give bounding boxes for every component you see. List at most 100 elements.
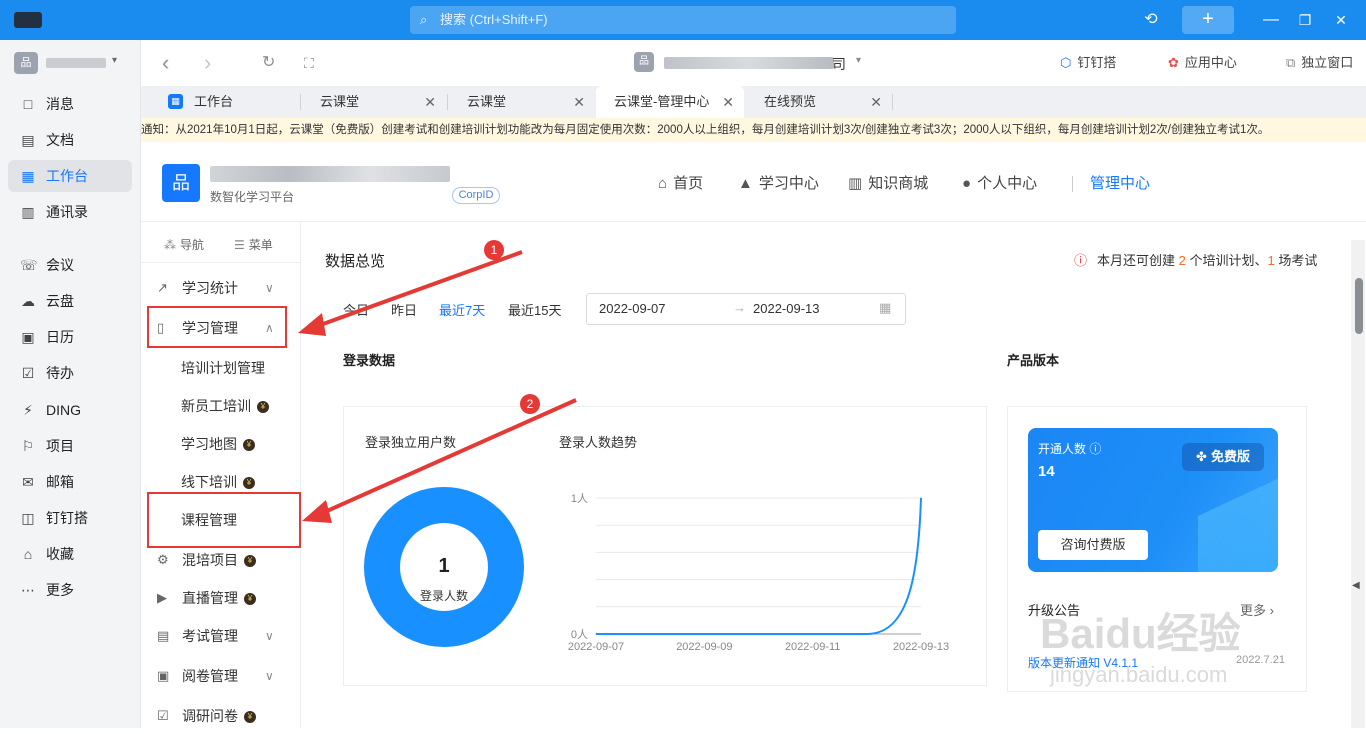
range-last-7-days[interactable]: 最近7天 xyxy=(439,300,485,319)
sidebar-item-label: 收藏 xyxy=(46,546,74,562)
chevron-icon[interactable]: ∨ xyxy=(265,618,274,654)
bookmark-icon: ⌂ xyxy=(23,546,33,562)
close-window-button[interactable]: ✕ xyxy=(1328,0,1354,40)
side-menu-grading-management[interactable]: ▣ 阅卷管理 ∨ xyxy=(141,658,300,694)
data-point xyxy=(703,633,705,635)
side-menu-learning-map[interactable]: 学习地图 ¥ xyxy=(141,426,300,462)
nav-label: 导航 xyxy=(180,238,205,252)
sidebar-item-label: 消息 xyxy=(46,96,74,112)
side-menu-training-plan[interactable]: 培训计划管理 xyxy=(141,350,300,386)
trend-title: 登录人数趋势 xyxy=(559,435,638,450)
sidebar-item-workbench[interactable]: ▦ 工作台 xyxy=(8,160,132,192)
side-menu-label: 考试管理 xyxy=(182,618,238,654)
data-point xyxy=(595,633,597,635)
sidebar-item-messages[interactable]: □ 消息 xyxy=(8,88,132,120)
user-icon: ● xyxy=(962,175,972,192)
refresh-button[interactable]: ↻ xyxy=(262,40,280,86)
side-menu-text: 混培项目 xyxy=(182,552,238,568)
sidebar-item-docs[interactable]: ▤ 文档 xyxy=(8,124,132,156)
menu-knowledge-store[interactable]: ▥ 知识商城 xyxy=(848,172,928,196)
side-menu-text: 考试管理 xyxy=(182,628,238,644)
end-date[interactable]: 2022-09-13 xyxy=(753,301,820,316)
side-menu-learning-management[interactable]: ▯ 学习管理 ∧ xyxy=(141,310,300,346)
chart-icon: ↗ xyxy=(157,280,168,295)
menu-admin-center[interactable]: 管理中心 xyxy=(1090,172,1150,196)
sidebar-item-mail[interactable]: ✉ 邮箱 xyxy=(8,466,132,498)
app-center-icon: ✿ xyxy=(1168,55,1179,70)
list-icon: ☰ xyxy=(234,238,245,252)
close-icon[interactable]: ✕ xyxy=(424,86,436,118)
dingdingda-link[interactable]: ⬡ 钉钉搭 xyxy=(1060,40,1116,86)
chevron-icon[interactable]: ∨ xyxy=(265,658,274,694)
restore-button[interactable]: ❐ xyxy=(1292,0,1318,40)
forward-button[interactable]: › xyxy=(204,40,222,86)
chevron-icon[interactable]: ∧ xyxy=(265,310,274,346)
books-icon: ▥ xyxy=(848,175,863,192)
menu-learning-center[interactable]: ▲ 学习中心 xyxy=(738,172,819,196)
close-icon[interactable]: ✕ xyxy=(722,86,734,118)
side-menu-exam-management[interactable]: ▤ 考试管理 ∨ xyxy=(141,618,300,654)
tab-workbench[interactable]: ▦ 工作台 xyxy=(160,86,300,118)
consult-paid-button[interactable]: 咨询付费版 xyxy=(1038,530,1148,560)
add-button[interactable]: + xyxy=(1182,6,1234,34)
side-menu-survey[interactable]: ☑ 调研问卷 ¥ xyxy=(141,698,300,734)
side-menu-label: 直播管理 ¥ xyxy=(182,580,256,616)
sidebar-item-cloud-drive[interactable]: ☁ 云盘 xyxy=(8,285,132,317)
global-search-input[interactable]: ⌕ 搜索 (Ctrl+Shift+F) xyxy=(410,6,956,34)
menu-home[interactable]: ⌂ 首页 xyxy=(658,172,703,196)
back-button[interactable]: ‹ xyxy=(162,40,180,86)
sidebar-item-favorites[interactable]: ⌂ 收藏 xyxy=(8,538,132,570)
corpid-badge[interactable]: CorpID xyxy=(452,187,500,204)
x-tick-label: 2022-09-09 xyxy=(676,641,732,653)
data-point xyxy=(866,633,868,635)
range-yesterday[interactable]: 昨日 xyxy=(391,300,417,319)
side-menu-course-management[interactable]: 课程管理 xyxy=(141,502,300,538)
collapse-arrow-icon[interactable]: ◀ xyxy=(1352,580,1360,591)
address-org-selector[interactable]: 品 司 ▾ xyxy=(634,52,874,74)
org-switcher[interactable]: 品 ▾ xyxy=(14,52,124,74)
menu-label: 个人中心 xyxy=(977,175,1038,192)
dingdingda-icon: ◫ xyxy=(21,510,35,526)
tab-admin-center[interactable]: 云课堂-管理中心 ✕ xyxy=(596,86,744,118)
menu-label: 学习中心 xyxy=(758,175,819,192)
side-menu-live-management[interactable]: ▶ 直播管理 ¥ xyxy=(141,580,300,616)
nav-toggle[interactable]: ⁂ 导航 xyxy=(164,236,204,254)
range-last-15-days[interactable]: 最近15天 xyxy=(508,300,561,319)
close-icon[interactable]: ✕ xyxy=(870,86,882,118)
separate-window-link[interactable]: ⧉ 独立窗口 xyxy=(1286,40,1353,86)
sidebar-item-dingdingda[interactable]: ◫ 钉钉搭 xyxy=(8,502,132,534)
tab-yunketang-2[interactable]: 云课堂 ✕ xyxy=(447,86,595,118)
tab-online-preview[interactable]: 在线预览 ✕ xyxy=(746,86,892,118)
tab-yunketang-1[interactable]: 云课堂 ✕ xyxy=(300,86,446,118)
message-icon: □ xyxy=(23,96,33,112)
close-icon[interactable]: ✕ xyxy=(573,86,585,118)
menu-toggle[interactable]: ☰ 菜单 xyxy=(234,236,273,254)
minimize-button[interactable]: — xyxy=(1258,0,1284,40)
range-today[interactable]: 今日 xyxy=(343,300,369,319)
start-date[interactable]: 2022-09-07 xyxy=(599,301,666,316)
side-menu-offline-training[interactable]: 线下培训 ¥ xyxy=(141,464,300,500)
menu-label: 菜单 xyxy=(248,238,273,252)
app-center-link[interactable]: ✿ 应用中心 xyxy=(1168,40,1237,86)
sidebar-item-calendar[interactable]: ▣ 日历 xyxy=(8,321,132,353)
sidebar-item-projects[interactable]: ⚐ 项目 xyxy=(8,430,132,462)
sidebar-item-more[interactable]: ⋯ 更多 xyxy=(8,574,132,606)
edition-label: 免费版 xyxy=(1210,449,1250,464)
menu-personal-center[interactable]: ● 个人中心 xyxy=(962,172,1037,196)
sidebar-item-meetings[interactable]: ☏ 会议 xyxy=(8,249,132,281)
sidebar-item-contacts[interactable]: ▥ 通讯录 xyxy=(8,196,132,228)
exam-icon: ▤ xyxy=(157,628,170,643)
chevron-icon[interactable]: ∨ xyxy=(265,270,274,306)
side-menu-new-employee-training[interactable]: 新员工培训 ¥ xyxy=(141,388,300,424)
sidebar-item-ding[interactable]: ⚡ DING xyxy=(8,394,132,426)
sidebar-item-todo[interactable]: ☑ 待办 xyxy=(8,357,132,389)
history-icon[interactable]: ⟲ xyxy=(1138,0,1164,40)
side-menu-learning-stats[interactable]: ↗ 学习统计 ∨ xyxy=(141,270,300,306)
more-link[interactable]: 更多 › xyxy=(1240,600,1274,619)
book-icon: ▯ xyxy=(157,320,165,335)
date-range-picker[interactable]: 2022-09-07 → 2022-09-13 ▦ xyxy=(586,293,906,325)
scrollbar-thumb[interactable] xyxy=(1355,278,1363,334)
annotation-badge-1: 1 xyxy=(484,240,504,260)
fullscreen-button[interactable]: ⛶ xyxy=(304,40,322,86)
side-menu-hybrid-project[interactable]: ⚙ 混培项目 ¥ xyxy=(141,542,300,578)
